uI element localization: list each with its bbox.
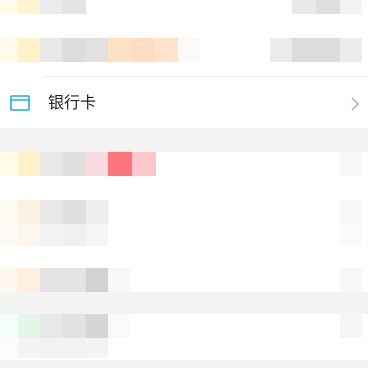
blurred-text — [62, 152, 86, 176]
blurred-text — [40, 200, 62, 224]
blurred-text — [178, 38, 200, 62]
blurred-value — [340, 268, 362, 292]
blurred-value — [292, 0, 316, 14]
divider — [44, 76, 368, 77]
blurred-text — [40, 268, 62, 292]
blurred-value — [340, 0, 362, 14]
blurred-text — [154, 38, 178, 62]
blurred-text — [108, 268, 130, 292]
blurred-value — [316, 0, 340, 14]
blurred-icon — [0, 152, 18, 176]
blurred-text — [86, 152, 108, 176]
blurred-icon — [0, 338, 18, 358]
blurred-text — [40, 224, 62, 246]
blurred-text — [108, 152, 132, 176]
blurred-text — [62, 338, 86, 358]
blurred-icon — [0, 0, 18, 14]
bank-card-label: 银行卡 — [48, 95, 97, 112]
blurred-section-top — [0, 0, 368, 80]
blurred-text — [40, 38, 62, 62]
blurred-icon — [18, 38, 40, 62]
bank-card-row[interactable]: 银行卡 — [0, 80, 368, 128]
blurred-icon — [18, 338, 40, 358]
blurred-section-list — [0, 196, 368, 292]
blurred-section-bottom — [0, 314, 368, 360]
blurred-icon — [18, 314, 40, 338]
blurred-section-middle — [0, 152, 368, 196]
section-gap — [0, 292, 368, 314]
blurred-icon — [18, 0, 40, 14]
blurred-icon — [0, 314, 18, 338]
blurred-text — [86, 268, 108, 292]
blurred-icon — [18, 268, 40, 292]
section-gap — [0, 128, 368, 152]
blurred-text — [86, 224, 108, 246]
blurred-text — [86, 314, 108, 338]
card-icon — [10, 95, 30, 111]
blurred-text — [62, 0, 86, 14]
blurred-text — [40, 338, 62, 358]
chevron-right-icon — [350, 97, 360, 111]
blurred-text — [62, 200, 86, 224]
blurred-value — [340, 38, 362, 62]
blurred-icon — [18, 224, 40, 246]
blurred-icon — [0, 224, 18, 246]
blurred-text — [40, 152, 62, 176]
blurred-text — [132, 152, 156, 176]
blurred-text — [62, 224, 86, 246]
blurred-text — [40, 314, 62, 338]
blurred-text — [86, 38, 108, 62]
blurred-icon — [18, 200, 40, 224]
blurred-value — [340, 314, 362, 338]
blurred-value — [270, 38, 292, 62]
blurred-value — [340, 200, 362, 224]
blurred-value — [316, 38, 340, 62]
blurred-text — [86, 338, 108, 358]
blurred-icon — [0, 38, 18, 62]
blurred-text — [86, 200, 108, 224]
blurred-text — [62, 268, 86, 292]
blurred-text — [108, 38, 132, 62]
blurred-icon — [18, 152, 40, 176]
blurred-icon — [0, 268, 18, 292]
blurred-value — [340, 152, 362, 176]
blurred-icon — [0, 200, 18, 224]
blurred-text — [108, 314, 130, 338]
blurred-text — [132, 38, 154, 62]
blurred-text — [40, 0, 62, 14]
blurred-value — [340, 224, 362, 246]
blurred-value — [292, 38, 316, 62]
blurred-text — [62, 38, 86, 62]
blurred-text — [62, 314, 86, 338]
